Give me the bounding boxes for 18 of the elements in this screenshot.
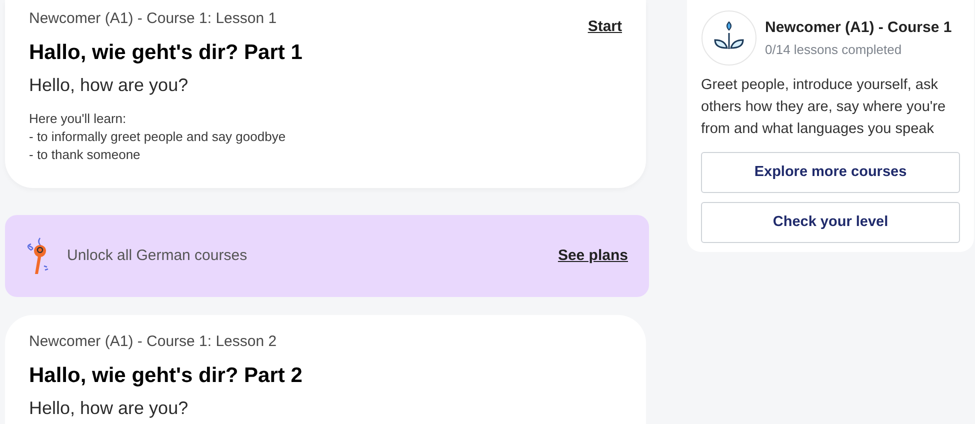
lesson-title: Hallo, wie geht's dir? Part 2 (29, 363, 304, 389)
lesson-title: Hallo, wie geht's dir? Part 1 (29, 40, 304, 66)
learning-goal: - to thank someone (29, 146, 142, 164)
learning-goal: - to informally greet people and say goodbye (29, 128, 287, 146)
start-link[interactable]: Start (588, 16, 622, 38)
lessons-completed-text: 0/14 lessons completed (765, 40, 903, 59)
banner-text: Unlock all German courses (67, 246, 248, 266)
learning-goal: Here you'll learn: (29, 110, 128, 128)
course-button[interactable]: Explore more courses (701, 152, 960, 193)
lesson-course-label: Newcomer (A1) - Course 1: Lesson 2 (29, 333, 278, 351)
course-title: Newcomer (A1) - Course 1 (765, 18, 952, 38)
see-plans-link[interactable]: See plans (558, 244, 628, 268)
lesson-translation: Hello, how are you? (29, 397, 190, 419)
course-button[interactable]: Check your level (701, 202, 960, 243)
course-description: Greet people, introduce yourself, ask others how they are, say where you're from and what languages you speak (701, 76, 947, 139)
lesson-translation: Hello, how are you? (29, 74, 190, 96)
lesson-course-label: Newcomer (A1) - Course 1: Lesson 1 (29, 10, 278, 28)
sprout-icon (701, 10, 757, 66)
